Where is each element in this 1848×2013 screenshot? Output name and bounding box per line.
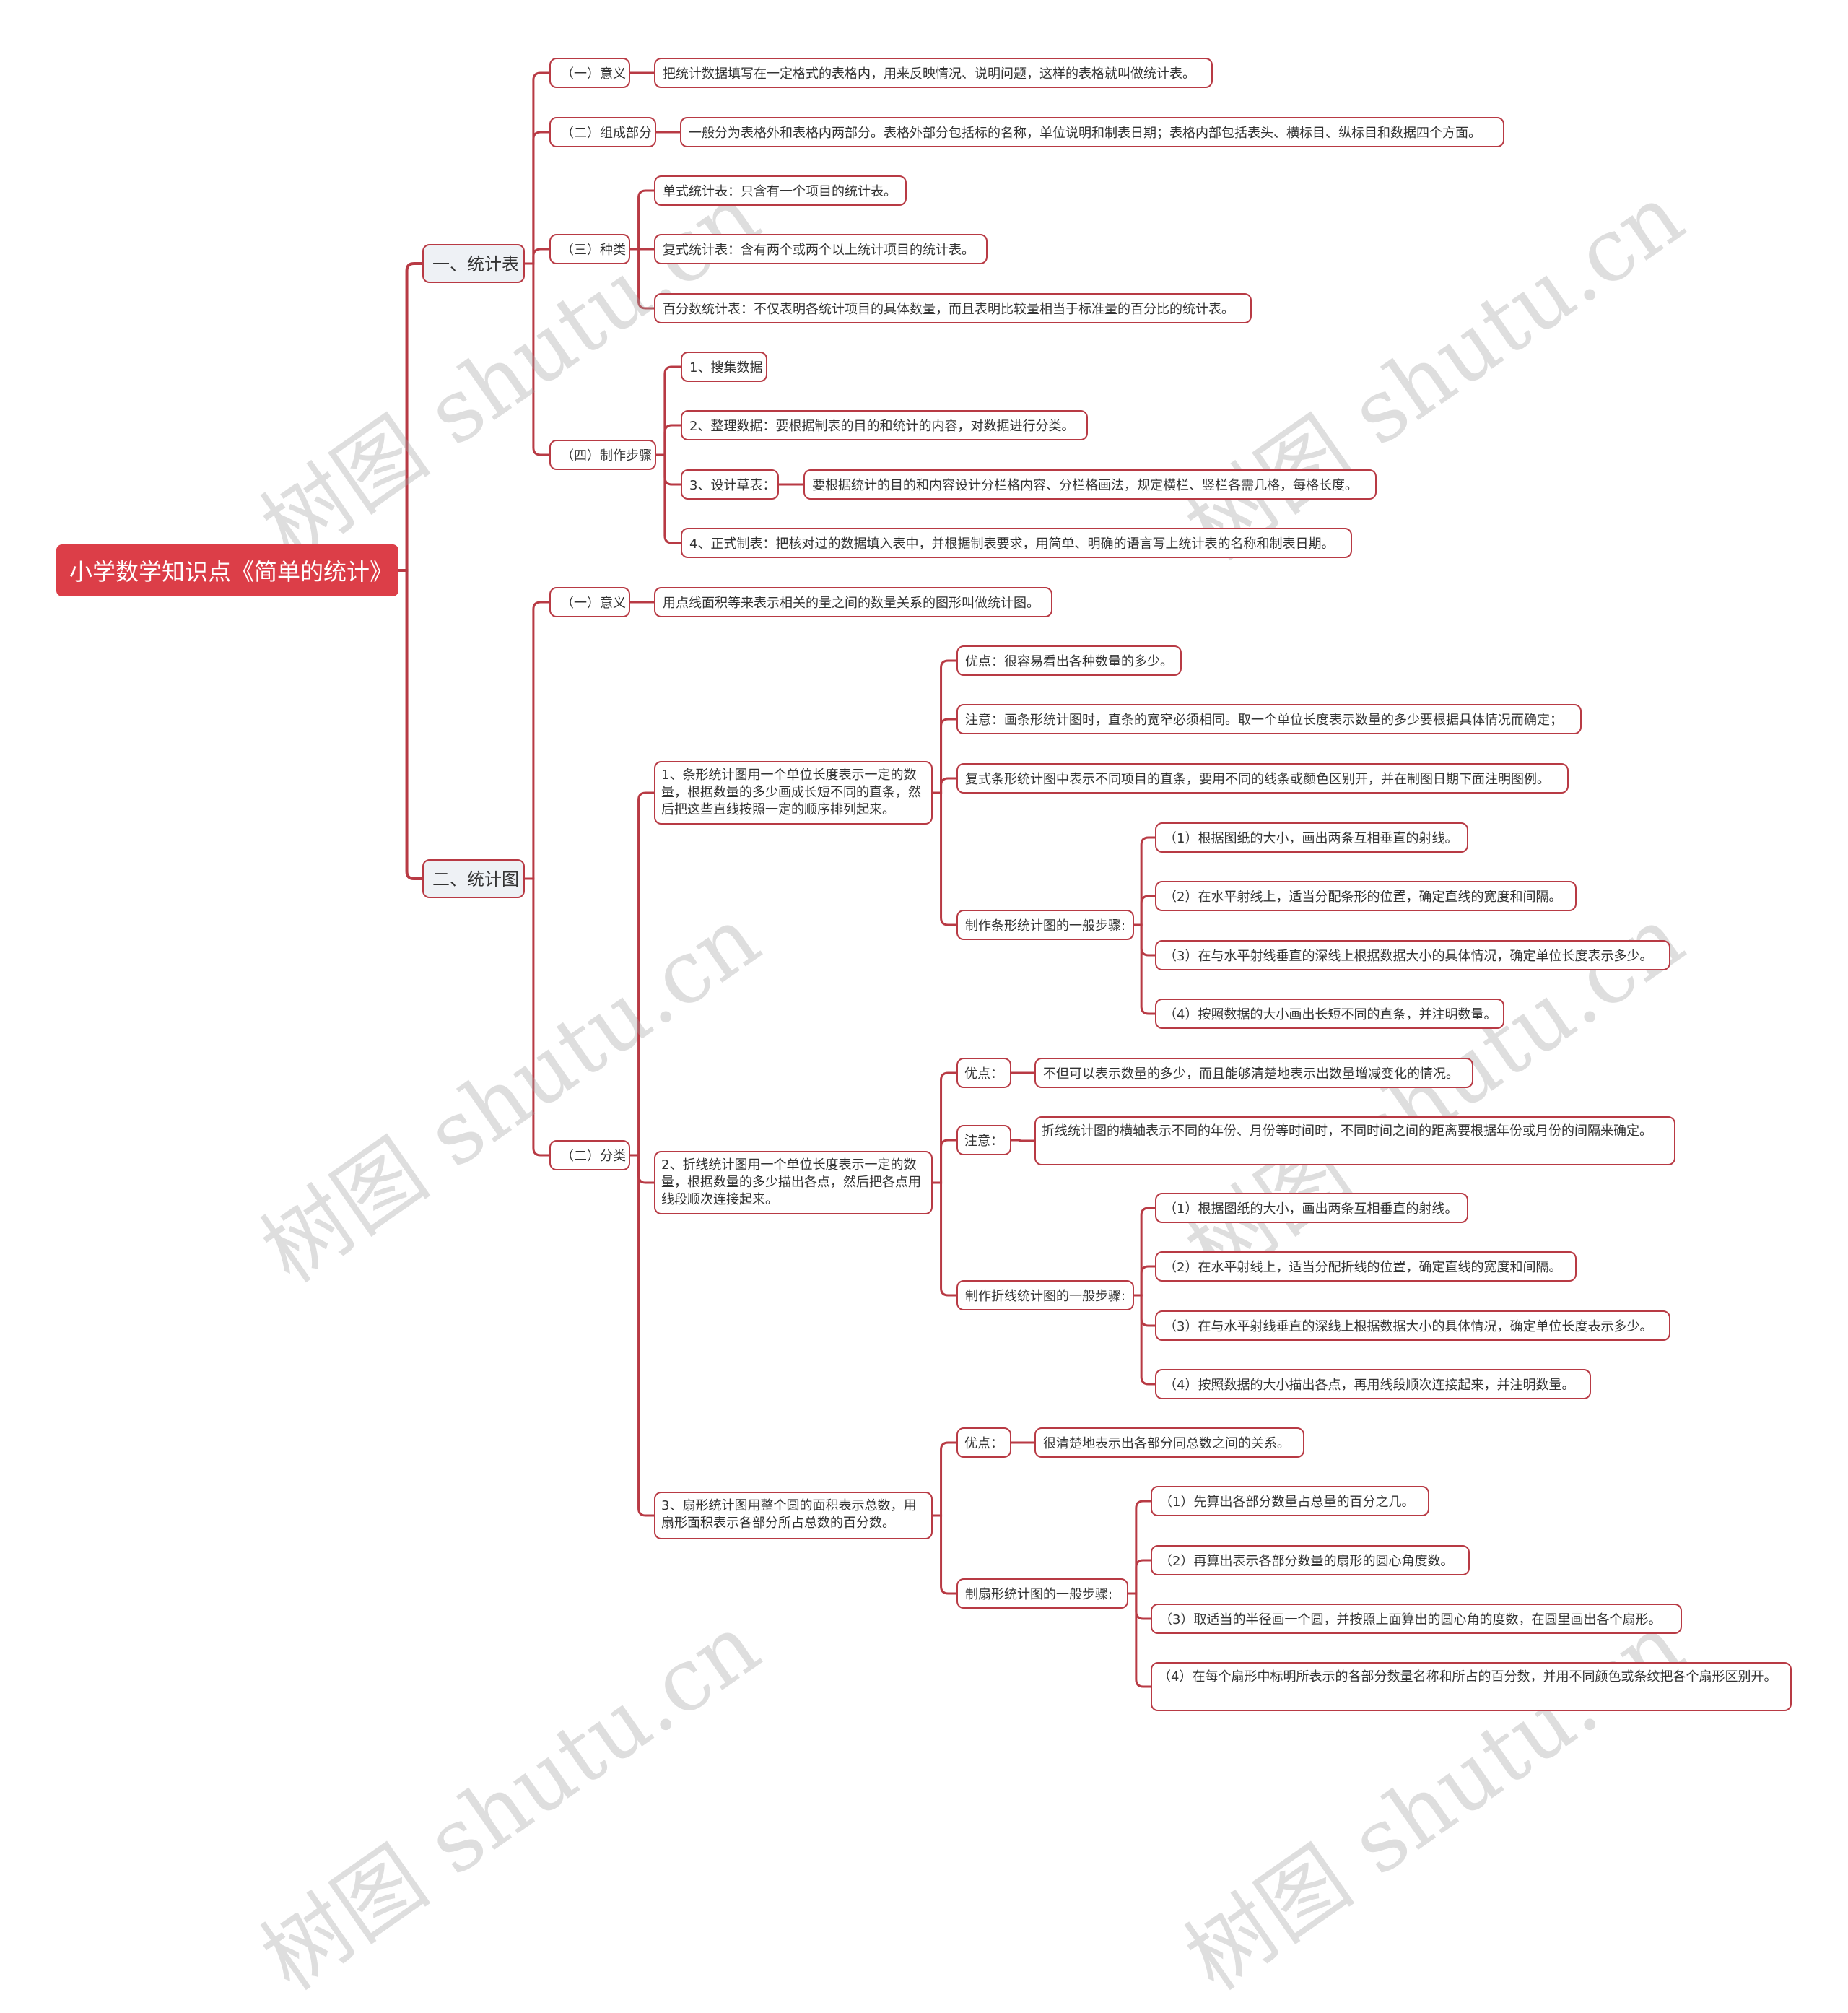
table-step-3-detail[interactable]: 要根据统计的目的和内容设计分栏格内容、分栏格画法，规定横栏、竖栏各需几格，每格长… — [803, 469, 1377, 500]
connector-line — [398, 569, 422, 880]
table-making-steps[interactable]: （四）制作步骤 — [549, 440, 656, 470]
line-chart-steps-label[interactable]: 制作折线统计图的一般步骤: — [956, 1280, 1134, 1310]
bar-chart-step[interactable]: （4）按照数据的大小画出长短不同的直条，并注明数量。 — [1155, 999, 1504, 1029]
bar-chart-steps-label[interactable]: 制作条形统计图的一般步骤: — [956, 910, 1134, 940]
table-type-item[interactable]: 单式统计表：只含有一个项目的统计表。 — [654, 175, 907, 206]
connector-line — [1128, 1559, 1151, 1595]
connector-line — [525, 131, 549, 265]
connector-line — [630, 189, 654, 251]
table-type-item[interactable]: 百分数统计表：不仅表明各统计项目的具体数量，而且表明比较量相当于标准量的百分比的… — [654, 293, 1252, 323]
root-topic[interactable]: 小学数学知识点《简单的统计》 — [56, 544, 398, 596]
connector-line — [1011, 1139, 1034, 1142]
line-chart-advantage-label[interactable]: 优点： — [956, 1058, 1011, 1088]
watermark: 树图 shutu.cn — [1169, 165, 1701, 581]
branch-statistics-table[interactable]: 一、统计表 — [422, 244, 525, 283]
connector-line — [933, 1181, 956, 1297]
connector-line — [933, 791, 956, 926]
connector-line — [525, 71, 549, 265]
chart-classification[interactable]: （二）分类 — [549, 1140, 630, 1170]
connector-line — [1134, 1294, 1155, 1327]
table-step-item[interactable]: 1、搜集数据 — [681, 352, 767, 382]
connector-line — [1134, 923, 1155, 1015]
chart-meaning-detail[interactable]: 用点线面积等来表示相关的量之间的数量关系的图形叫做统计图。 — [654, 587, 1052, 617]
connector-line — [630, 791, 654, 1157]
connector-line — [630, 248, 654, 310]
connector-line — [1128, 1592, 1151, 1688]
table-step-item[interactable]: 4、正式制表：把核对过的数据填入表中，并根据制表要求，用简单、明确的语言写上统计… — [681, 528, 1352, 558]
watermark: 树图 shutu.cn — [1169, 1595, 1701, 2010]
pie-chart-step[interactable]: （3）取适当的半径画一个圆，并按照上面算出的圆心角的度数，在圆里画出各个扇形。 — [1151, 1604, 1682, 1634]
bar-chart-step[interactable]: （2）在水平射线上，适当分配条形的位置，确定直线的宽度和间隔。 — [1155, 881, 1577, 911]
connector-line — [525, 877, 549, 1157]
line-chart-advantage[interactable]: 不但可以表示数量的多少，而且能够清楚地表示出数量增减变化的情况。 — [1034, 1058, 1473, 1088]
line-chart-step[interactable]: （4）按照数据的大小描出各点，再用线段顺次连接起来，并注明数量。 — [1155, 1369, 1591, 1399]
connector-line — [656, 424, 681, 456]
connector-line — [933, 1139, 956, 1184]
connector-line — [1134, 1294, 1155, 1386]
connector-line — [933, 659, 956, 794]
table-step-item[interactable]: 3、设计草表： — [681, 469, 779, 500]
watermark: 树图 shutu.cn — [245, 1595, 777, 2010]
watermark: 树图 shutu.cn — [1169, 887, 1701, 1303]
watermark: 树图 shutu.cn — [245, 887, 777, 1303]
connector-line — [656, 453, 681, 544]
connector-line — [1134, 1207, 1155, 1297]
line-chart-type[interactable]: 2、折线统计图用一个单位长度表示一定的数量，根据数量的多少描出各点，然后把各点用… — [654, 1151, 933, 1214]
connector-line — [1134, 923, 1155, 957]
table-meaning-detail[interactable]: 把统计数据填写在一定格式的表格内，用来反映情况、说明问题，这样的表格就叫做统计表… — [654, 58, 1213, 88]
connector-line — [656, 365, 681, 456]
connector-line — [1134, 836, 1155, 926]
connector-line — [933, 1071, 956, 1184]
branch-statistics-chart[interactable]: 二、统计图 — [422, 859, 525, 898]
connector-line — [1134, 895, 1155, 926]
pie-chart-type[interactable]: 3、扇形统计图用整个圆的面积表示总数，用扇形面积表示各部分所占总数的百分数。 — [654, 1492, 933, 1539]
bar-chart-type[interactable]: 1、条形统计图用一个单位长度表示一定的数量，根据数量的多少画成长短不同的直条，然… — [654, 761, 933, 825]
table-step-item[interactable]: 2、整理数据：要根据制表的目的和统计的内容，对数据进行分类。 — [681, 410, 1088, 440]
pie-chart-advantage[interactable]: 很清楚地表示出各部分同总数之间的关系。 — [1034, 1427, 1304, 1458]
table-components-detail[interactable]: 一般分为表格外和表格内两部分。表格外部分包括标的名称，单位说明和制表日期；表格内… — [680, 117, 1504, 147]
connector-line — [933, 718, 956, 794]
connector-line — [398, 262, 422, 572]
pie-chart-advantage-label[interactable]: 优点： — [956, 1427, 1011, 1458]
bar-chart-compound-note[interactable]: 复式条形统计图中表示不同项目的直条，要用不同的线条或颜色区别开，并在制图日期下面… — [956, 763, 1569, 794]
pie-chart-step[interactable]: （1）先算出各部分数量占总量的百分之几。 — [1151, 1486, 1429, 1516]
bar-chart-step[interactable]: （1）根据图纸的大小，画出两条互相垂直的射线。 — [1155, 822, 1468, 853]
pie-chart-step[interactable]: （4）在每个扇形中标明所表示的各部分数量名称和所占的百分数，并用不同颜色或条纹把… — [1151, 1662, 1792, 1711]
pie-chart-steps-label[interactable]: 制扇形统计图的一般步骤: — [956, 1578, 1128, 1609]
bar-chart-note[interactable]: 注意：画条形统计图时，直条的宽窄必须相同。取一个单位长度表示数量的多少要根据具体… — [956, 704, 1582, 734]
connector-line — [933, 777, 956, 794]
connector-line — [933, 1514, 956, 1595]
connector-line — [1128, 1592, 1151, 1620]
pie-chart-step[interactable]: （2）再算出表示各部分数量的扇形的圆心角度数。 — [1151, 1545, 1470, 1575]
connector-line — [933, 1441, 956, 1517]
bar-chart-advantage[interactable]: 优点：很容易看出各种数量的多少。 — [956, 645, 1182, 676]
line-chart-step[interactable]: （3）在与水平射线垂直的深线上根据数据大小的具体情况，确定单位长度表示多少。 — [1155, 1310, 1670, 1341]
bar-chart-step[interactable]: （3）在与水平射线垂直的深线上根据数据大小的具体情况，确定单位长度表示多少。 — [1155, 940, 1670, 970]
connector-line — [656, 453, 681, 486]
line-chart-step[interactable]: （1）根据图纸的大小，画出两条互相垂直的射线。 — [1155, 1193, 1468, 1223]
connector-line — [525, 601, 549, 880]
line-chart-note[interactable]: 折线统计图的横轴表示不同的年份、月份等时间时，不同时间之间的距离要根据年份或月份… — [1034, 1116, 1675, 1165]
table-components[interactable]: （二）组成部分 — [549, 117, 656, 147]
chart-meaning[interactable]: （一）意义 — [549, 587, 630, 617]
line-chart-step[interactable]: （2）在水平射线上，适当分配折线的位置，确定直线的宽度和间隔。 — [1155, 1251, 1577, 1282]
table-meaning[interactable]: （一）意义 — [549, 58, 630, 88]
table-type-item[interactable]: 复式统计表：含有两个或两个以上统计项目的统计表。 — [654, 234, 988, 264]
connector-line — [525, 262, 549, 456]
table-types[interactable]: （三）种类 — [549, 234, 630, 264]
connector-line — [630, 1154, 654, 1184]
connector-line — [525, 248, 549, 265]
line-chart-note-label[interactable]: 注意： — [956, 1125, 1011, 1155]
connector-line — [630, 1154, 654, 1517]
connector-line — [1134, 1265, 1155, 1297]
connector-line — [1128, 1500, 1151, 1595]
